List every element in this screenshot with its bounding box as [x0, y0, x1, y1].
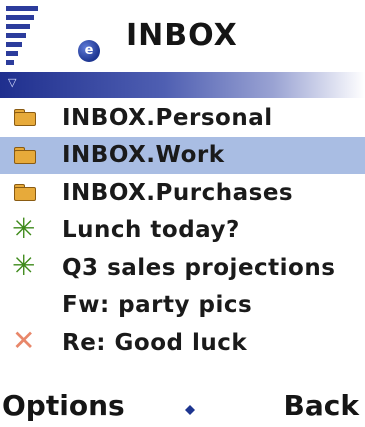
list-item-party-pics[interactable]: Fw: party pics: [0, 287, 365, 325]
signal-antenna-icon: ▽: [8, 76, 17, 89]
list-item-inbox-purchases[interactable]: INBOX.Purchases: [0, 174, 365, 212]
list-item-label: Fw: party pics: [62, 292, 253, 319]
softkey-bar: Options Back: [0, 385, 365, 427]
page-title: INBOX: [126, 18, 238, 53]
options-softkey[interactable]: Options: [2, 389, 125, 422]
folder-icon: [12, 105, 38, 131]
list-item-label: Re: Good luck: [62, 329, 248, 356]
list-item-label: INBOX.Purchases: [62, 179, 294, 206]
new-message-icon: ✳: [12, 249, 36, 282]
title-bar: e INBOX: [0, 0, 365, 72]
title-strip: ▽: [0, 72, 365, 98]
new-message-icon: ✳: [12, 211, 36, 245]
list-item-good-luck[interactable]: ✕ Re: Good luck: [0, 324, 365, 362]
replied-message-icon: ✕: [12, 324, 36, 357]
list-item-inbox-personal[interactable]: INBOX.Personal: [0, 99, 365, 137]
phone-screen: e INBOX ▽ INBOX.Personal INBOX.Work INBO…: [0, 0, 365, 427]
list-item-label: INBOX.Work: [62, 142, 225, 169]
list-item-label: Q3 sales projections: [62, 254, 336, 281]
list-item-lunch-today[interactable]: ✳ Lunch today?: [0, 212, 365, 250]
list-item-q3-sales[interactable]: ✳ Q3 sales projections: [0, 249, 365, 287]
list-item-inbox-work[interactable]: INBOX.Work: [0, 136, 365, 174]
signal-strength-icon: [6, 6, 38, 68]
message-list: INBOX.Personal INBOX.Work INBOX.Purchase…: [0, 99, 365, 362]
back-softkey[interactable]: Back: [284, 389, 359, 422]
folder-icon: [12, 143, 38, 169]
list-item-label: INBOX.Personal: [62, 104, 273, 131]
list-item-label: Lunch today?: [62, 217, 240, 244]
folder-icon: [12, 180, 38, 206]
scroll-indicator-icon: [185, 405, 195, 415]
mail-icon: e: [78, 40, 100, 62]
